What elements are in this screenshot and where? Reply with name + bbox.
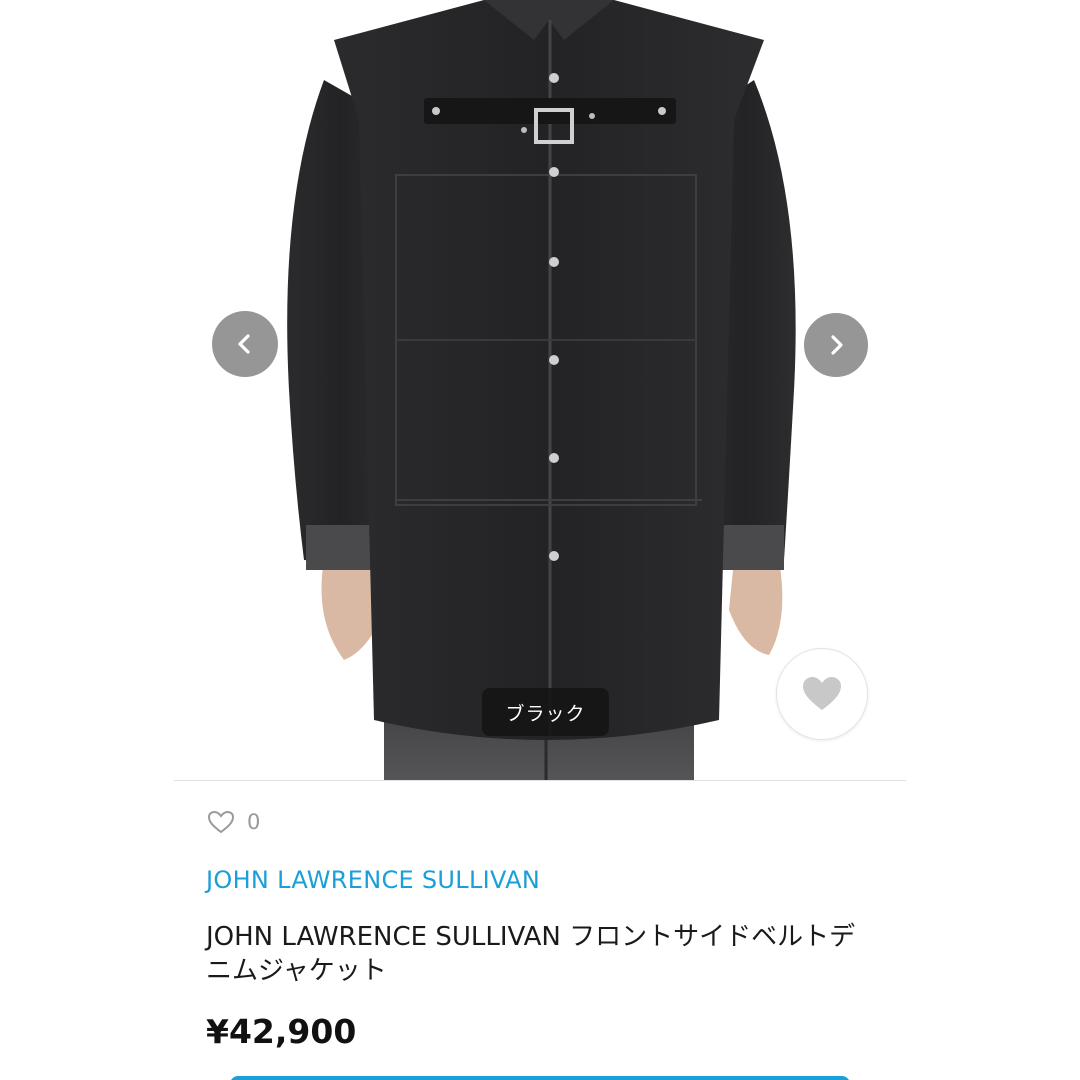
chevron-right-icon: [831, 335, 843, 355]
product-image-gallery[interactable]: ブラック: [174, 0, 906, 780]
product-price: ¥42,900: [206, 1012, 357, 1051]
divider: [174, 780, 906, 781]
heart-outline-icon: [207, 810, 235, 834]
previous-image-button[interactable]: [212, 311, 278, 377]
product-page: ブラック 0 JOHN LAWRENCE SULLIVAN JOHN LAWRE…: [0, 0, 1080, 1080]
chevron-left-icon: [238, 334, 250, 354]
favorite-button[interactable]: [776, 648, 868, 740]
like-counter[interactable]: 0: [207, 810, 260, 834]
product-title: JOHN LAWRENCE SULLIVAN フロントサイドベルトデニムジャケッ…: [206, 922, 856, 986]
like-count: 0: [247, 810, 261, 834]
purchase-button[interactable]: [230, 1076, 850, 1080]
heart-icon: [803, 677, 841, 710]
brand-link[interactable]: JOHN LAWRENCE SULLIVAN: [206, 866, 540, 894]
variant-label: ブラック: [482, 688, 609, 736]
next-image-button[interactable]: [802, 311, 870, 379]
